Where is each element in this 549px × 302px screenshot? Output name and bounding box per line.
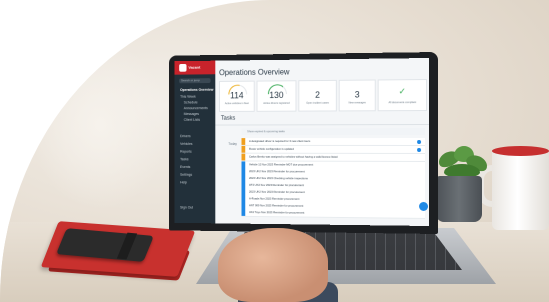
user-hand [218, 228, 328, 302]
task-text: Route vehicle configuration is updated [249, 146, 294, 151]
sidebar-item-client-lists[interactable]: Client Lists [184, 118, 200, 122]
status-dot-icon [417, 147, 422, 152]
checkmark-icon: ✓ [398, 86, 406, 97]
divider [215, 124, 429, 126]
sidebar-item-sign-out[interactable]: Sign Out [180, 206, 193, 210]
plant-pot [436, 176, 482, 222]
priority-bar [241, 202, 246, 210]
main-content: Operations Overview 114 Active vehicles … [215, 58, 429, 226]
priority-bar [241, 145, 246, 153]
task-row[interactable]: A designated driver is required for 3 ne… [241, 138, 426, 146]
brand-name: Vacant [188, 64, 201, 70]
stat-card-incidents[interactable]: 2 Open incident cases [298, 79, 337, 112]
task-text: UK2 Toyo Nov 2023 Reminder for procureme… [249, 210, 305, 215]
sidebar-item-vehicles[interactable]: Vehicles [180, 142, 192, 146]
status-dot-icon [417, 139, 422, 144]
sidebar-item-messages[interactable]: Messages [184, 112, 199, 116]
priority-bar [241, 181, 246, 189]
brand-logo-icon[interactable] [179, 63, 187, 72]
priority-bar [241, 188, 246, 196]
priority-bar [241, 209, 246, 216]
stat-card-vehicles[interactable]: 114 Active vehicles in fleet [219, 80, 255, 112]
stat-value: 3 [354, 89, 360, 100]
stat-card-messages[interactable]: 3 New messages [338, 79, 376, 112]
tasks-filter-row[interactable]: Show expired & upcoming tasks [241, 128, 426, 136]
page-title: Operations Overview [219, 67, 290, 78]
priority-bar [241, 195, 246, 203]
stat-label: New messages [348, 101, 366, 105]
priority-bar [241, 161, 246, 169]
mug-rim [492, 146, 549, 156]
sidebar-item-settings[interactable]: Settings [180, 173, 192, 177]
background-photo: MacBook Pro Vacant Search or jump Operat… [0, 0, 549, 302]
tasks-group-label: Today [228, 142, 237, 146]
sidebar-item-events[interactable]: Events [180, 165, 190, 169]
coffee-mug [492, 150, 549, 230]
laptop-screen: Vacant Search or jump Operations Overvie… [174, 58, 429, 226]
sidebar-item-this-week[interactable]: This Week [180, 95, 196, 99]
priority-bar [241, 175, 246, 182]
stat-card-drivers[interactable]: 130 Active drivers registered [256, 80, 297, 112]
sidebar: Vacant Search or jump Operations Overvie… [174, 60, 216, 224]
add-task-button[interactable] [419, 201, 429, 211]
task-row[interactable]: UK2 Toyo Nov 2023 Reminder for procureme… [241, 209, 426, 219]
sidebar-item-drivers[interactable]: Drivers [180, 134, 191, 138]
stat-value: 130 [269, 90, 284, 101]
priority-bar [241, 153, 246, 161]
sidebar-item-tasks[interactable]: Tasks [180, 157, 188, 161]
stat-value: 2 [315, 89, 320, 100]
stat-value: 114 [230, 90, 244, 101]
stat-label: All documents compliant [388, 101, 417, 105]
stat-label: Active vehicles in fleet [224, 102, 249, 106]
stat-label: Active drivers registered [263, 101, 290, 105]
priority-bar [241, 138, 246, 145]
sidebar-item-operations-overview[interactable]: Operations Overview [180, 88, 213, 92]
tasks-filter-text: Show expired & upcoming tasks [247, 129, 285, 134]
task-text: A designated driver is required for 3 ne… [249, 139, 311, 143]
stat-label: Open incident cases [306, 101, 329, 105]
sidebar-item-announcements[interactable]: Announcements [184, 106, 208, 110]
task-text: Carlos Benito was assigned to vehicles w… [249, 154, 338, 159]
sidebar-item-reports[interactable]: Reports [180, 150, 192, 154]
sidebar-item-schedule[interactable]: Schedule [184, 100, 198, 104]
sidebar-header: Vacant [174, 60, 216, 75]
tasks-heading: Tasks [220, 115, 236, 122]
window-light [30, 40, 170, 210]
sidebar-search-input[interactable]: Search or jump [179, 78, 211, 84]
priority-bar [241, 168, 246, 176]
stat-card-compliance[interactable]: ✓ All documents compliant [377, 79, 428, 112]
sidebar-item-help[interactable]: Help [180, 181, 187, 185]
